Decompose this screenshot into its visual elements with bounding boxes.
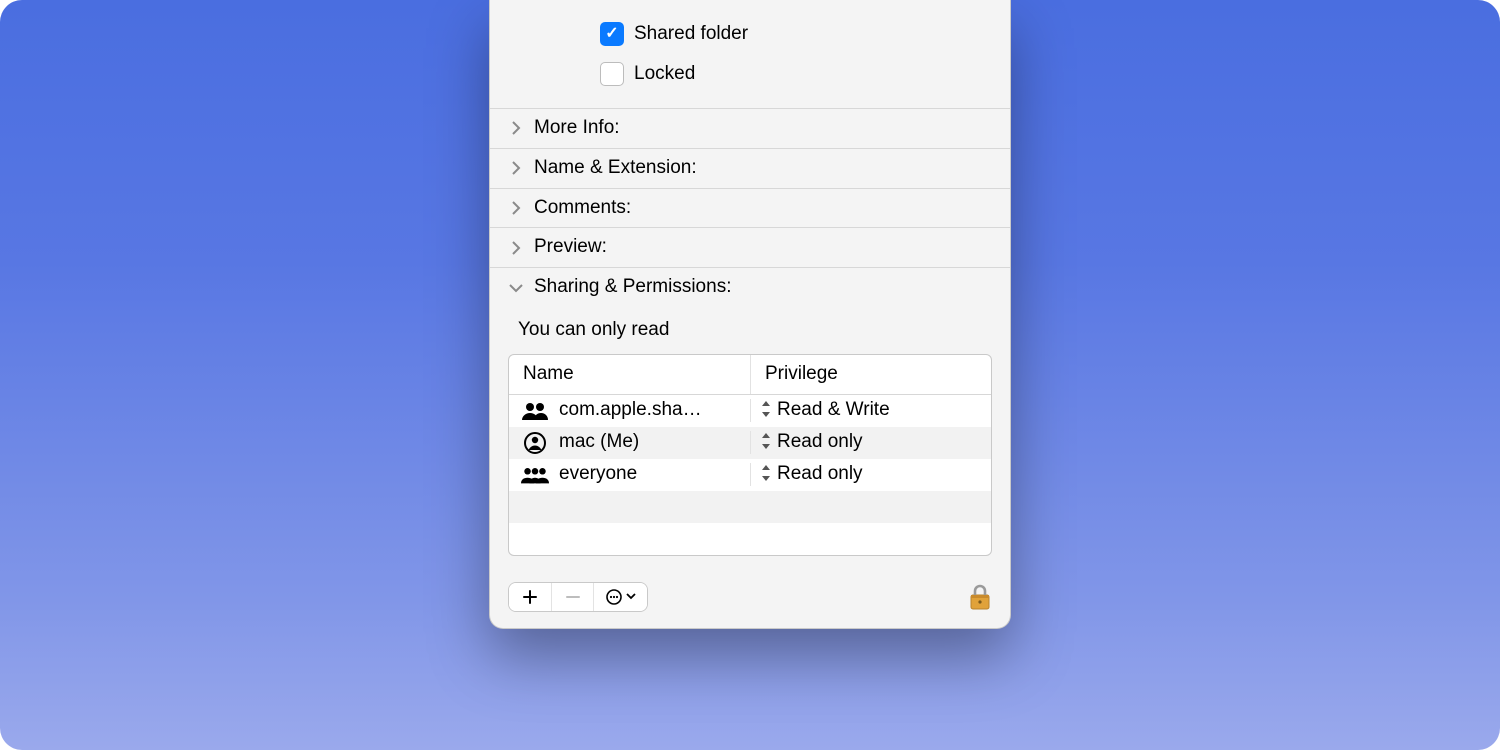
segmented-control [508,582,648,612]
ellipsis-circle-icon [606,589,622,605]
section-comments[interactable]: Comments: [490,188,1010,228]
lock-button[interactable] [968,583,992,611]
section-name-extension[interactable]: Name & Extension: [490,148,1010,188]
chevron-down-icon [626,593,636,600]
everyone-icon [521,466,549,484]
column-privilege[interactable]: Privilege [750,355,991,394]
privilege-select[interactable]: Read only [750,463,991,486]
permissions-table: Name Privilege com.apple.sha… Re [508,354,992,556]
general-checkboxes: Shared folder Locked [490,0,1010,108]
row-name: mac (Me) [559,431,639,454]
table-header: Name Privilege [509,355,991,395]
remove-user-button[interactable] [551,583,593,611]
group-icon [521,402,549,420]
locked-checkbox[interactable] [600,62,624,86]
shared-folder-label: Shared folder [634,23,748,46]
chevron-down-icon [508,283,524,293]
privilege-value: Read only [777,431,863,454]
minus-icon [566,590,580,604]
row-name: everyone [559,463,637,486]
table-row[interactable]: mac (Me) Read only [509,427,991,459]
chevron-right-icon [508,241,524,255]
sharing-permissions-body: You can only read Name Privilege com.app… [490,307,1010,572]
chevron-right-icon [508,161,524,175]
privilege-select[interactable]: Read & Write [750,399,991,422]
table-row[interactable]: everyone Read only [509,459,991,491]
get-info-panel: Shared folder Locked More Info: Name & E… [489,0,1011,629]
up-down-icon [761,401,771,421]
section-label: Comments: [534,197,631,220]
shared-folder-row: Shared folder [600,14,1010,54]
privilege-select[interactable]: Read only [750,431,991,454]
section-label: More Info: [534,117,620,140]
locked-row: Locked [600,54,1010,94]
table-row-empty [509,523,991,555]
chevron-right-icon [508,121,524,135]
section-preview[interactable]: Preview: [490,227,1010,267]
locked-label: Locked [634,63,695,86]
lock-icon [968,583,992,611]
shared-folder-checkbox[interactable] [600,22,624,46]
table-row-empty [509,491,991,523]
permissions-hint: You can only read [508,317,992,354]
up-down-icon [761,465,771,485]
privilege-value: Read & Write [777,399,890,422]
row-name: com.apple.sha… [559,399,702,422]
chevron-right-icon [508,201,524,215]
user-icon [521,432,549,454]
plus-icon [523,590,537,604]
section-label: Preview: [534,236,607,259]
table-row[interactable]: com.apple.sha… Read & Write [509,395,991,427]
up-down-icon [761,433,771,453]
section-sharing-permissions[interactable]: Sharing & Permissions: [490,267,1010,307]
column-name[interactable]: Name [509,355,750,394]
section-more-info[interactable]: More Info: [490,108,1010,148]
panel-footer [490,572,1010,628]
add-user-button[interactable] [509,583,551,611]
privilege-value: Read only [777,463,863,486]
desktop-backdrop: Shared folder Locked More Info: Name & E… [0,0,1500,750]
action-menu-button[interactable] [593,583,647,611]
section-label: Name & Extension: [534,157,697,180]
section-label: Sharing & Permissions: [534,276,731,299]
